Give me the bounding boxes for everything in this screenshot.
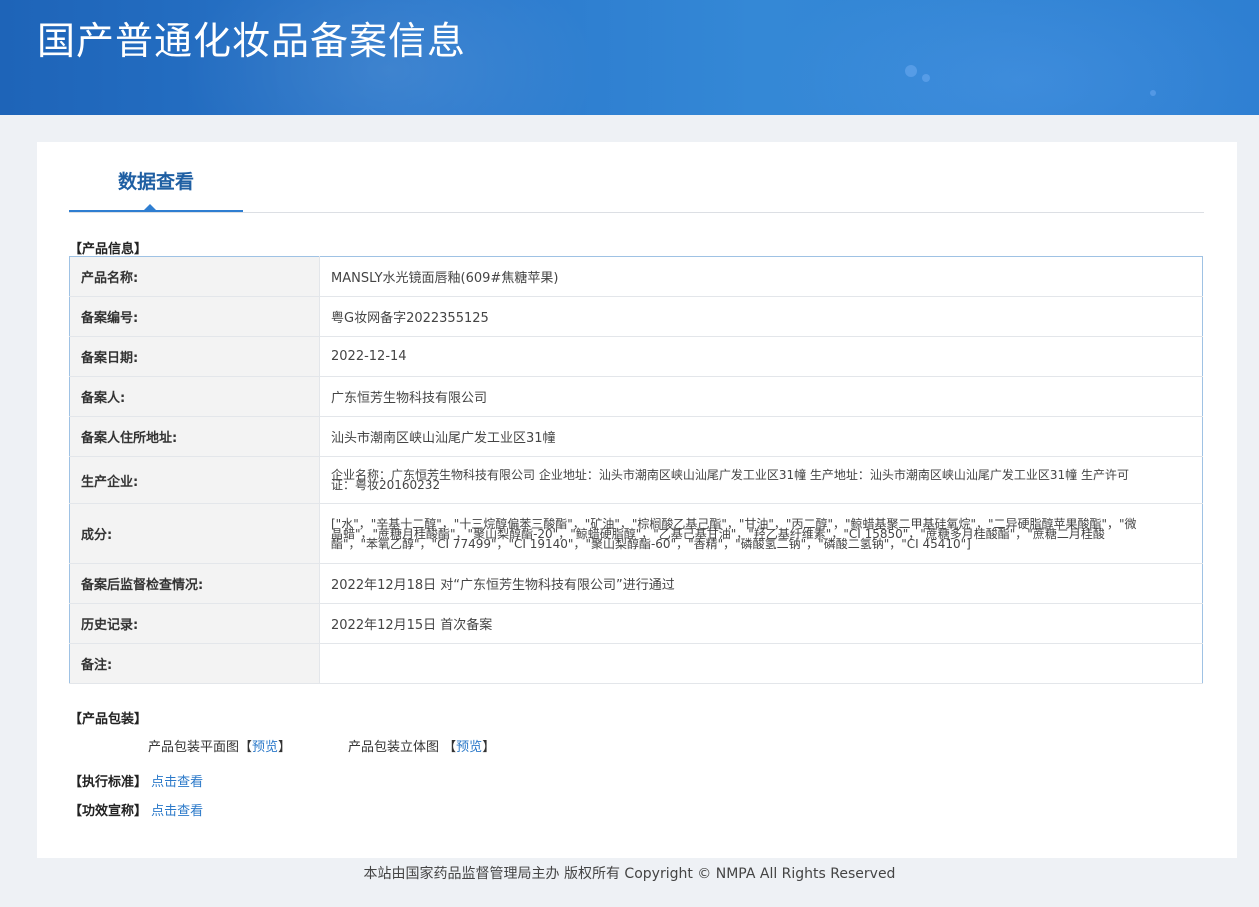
row-value: MANSLY水光镜面唇釉(609#焦糖苹果) (319, 256, 1203, 297)
standard-view-link[interactable]: 点击查看 (151, 775, 203, 790)
bracket: 】 (278, 740, 292, 755)
row-label: 备案后监督检查情况: (69, 563, 320, 604)
banner-decoration (905, 65, 917, 77)
content-card: 数据查看 【产品信息】 产品名称: MANSLY水光镜面唇釉(609#焦糖苹果)… (37, 142, 1237, 858)
row-label: 备案日期: (69, 336, 320, 377)
row-value: 汕头市潮南区峡山汕尾广发工业区31幢 (319, 416, 1203, 457)
row-label: 历史记录: (69, 603, 320, 644)
table-row: 备案编号: 粤G妆网备字2022355125 (69, 296, 1203, 337)
packaging-title: 【产品包装】 (69, 712, 148, 727)
table-row: 历史记录: 2022年12月15日 首次备案 (69, 603, 1203, 644)
bracket: 【 (443, 740, 457, 755)
row-value: 企业名称：广东恒芳生物科技有限公司 企业地址：汕头市潮南区峡山汕尾广发工业区31… (319, 456, 1203, 504)
packaging-flat-preview-link[interactable]: 预览 (252, 740, 278, 755)
bracket: 】 (482, 740, 496, 755)
row-label: 产品名称: (69, 256, 320, 297)
table-row: 产品名称: MANSLY水光镜面唇釉(609#焦糖苹果) (69, 256, 1203, 297)
row-value: 2022年12月15日 首次备案 (319, 603, 1203, 644)
row-value (319, 643, 1203, 684)
row-label: 成分: (69, 503, 320, 564)
efficacy-view-link[interactable]: 点击查看 (151, 804, 203, 819)
table-row: 备案后监督检查情况: 2022年12月18日 对“广东恒芳生物科技有限公司”进行… (69, 563, 1203, 604)
banner-decoration (922, 74, 930, 82)
packaging-solid-preview-link[interactable]: 预览 (456, 740, 482, 755)
standard-row: 【执行标准】 点击查看 (69, 771, 203, 790)
row-value: 2022-12-14 (319, 336, 1203, 377)
table-row: 生产企业: 企业名称：广东恒芳生物科技有限公司 企业地址：汕头市潮南区峡山汕尾广… (69, 456, 1203, 504)
row-label: 备案人: (69, 376, 320, 417)
packaging-flat-label: 产品包装平面图 (148, 740, 240, 755)
banner-decoration (760, 0, 1259, 115)
bracket: 【 (239, 740, 253, 755)
packaging-solid-label: 产品包装立体图 (348, 740, 440, 755)
tab-bar: 数据查看 (69, 142, 1204, 213)
row-value: 粤G妆网备字2022355125 (319, 296, 1203, 337)
product-info-table: 产品名称: MANSLY水光镜面唇釉(609#焦糖苹果) 备案编号: 粤G妆网备… (69, 256, 1203, 684)
tab-data-view[interactable]: 数据查看 (69, 142, 243, 212)
table-row: 备案人: 广东恒芳生物科技有限公司 (69, 376, 1203, 417)
tab-label: 数据查看 (117, 171, 194, 193)
table-row: 备注: (69, 643, 1203, 684)
row-value: ["水"，"辛基十二醇"，"十三烷醇偏苯三酸酯"，"矿油"，"棕榈酸乙基己酯"，… (319, 503, 1203, 564)
banner-decoration (1150, 90, 1156, 96)
packaging-flat-item: 产品包装平面图【预览】 (148, 736, 291, 755)
header-banner: 国产普通化妆品备案信息 (0, 0, 1259, 115)
packaging-solid-item: 产品包装立体图 【预览】 (348, 736, 495, 755)
product-info-title: 【产品信息】 (69, 242, 148, 257)
table-row: 备案日期: 2022-12-14 (69, 336, 1203, 377)
page-title: 国产普通化妆品备案信息 (37, 19, 467, 63)
standard-label: 【执行标准】 (69, 775, 148, 790)
row-label: 生产企业: (69, 456, 320, 504)
row-label: 备案人住所地址: (69, 416, 320, 457)
row-value: 广东恒芳生物科技有限公司 (319, 376, 1203, 417)
tab-active-indicator (144, 204, 156, 210)
row-label: 备注: (69, 643, 320, 684)
efficacy-label: 【功效宣称】 (69, 804, 148, 819)
efficacy-row: 【功效宣称】 点击查看 (69, 800, 203, 819)
footer-copyright: 本站由国家药品监督管理局主办 版权所有 Copyright © NMPA All… (363, 866, 896, 882)
row-label: 备案编号: (69, 296, 320, 337)
table-row: 成分: ["水"，"辛基十二醇"，"十三烷醇偏苯三酸酯"，"矿油"，"棕榈酸乙基… (69, 503, 1203, 564)
row-value: 2022年12月18日 对“广东恒芳生物科技有限公司”进行通过 (319, 563, 1203, 604)
table-row: 备案人住所地址: 汕头市潮南区峡山汕尾广发工业区31幢 (69, 416, 1203, 457)
